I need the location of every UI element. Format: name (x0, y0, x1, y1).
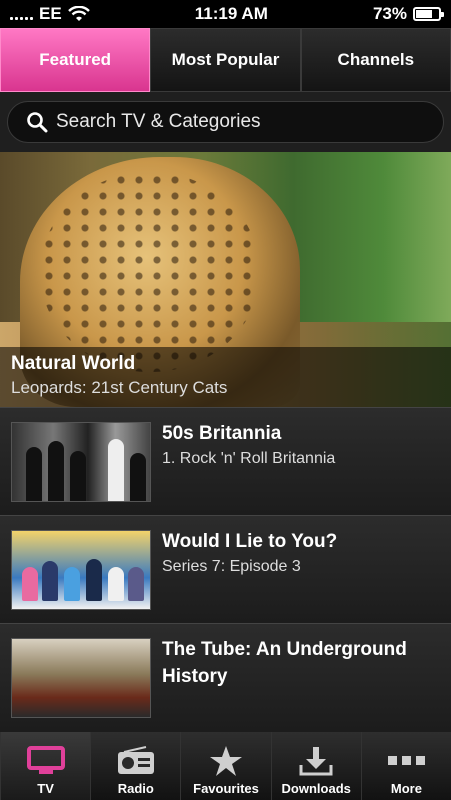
status-left: EE (10, 4, 90, 24)
status-bar: EE 11:19 AM 73% (0, 0, 451, 28)
search-placeholder: Search TV & Categories (56, 111, 261, 132)
programme-thumbnail (11, 638, 151, 718)
programme-list: 50s Britannia 1. Rock 'n' Roll Britannia… (0, 407, 451, 731)
programme-title: 50s Britannia (162, 423, 282, 444)
programme-subtitle: 1. Rock 'n' Roll Britannia (162, 450, 336, 467)
search-bar-container: Search TV & Categories (0, 92, 451, 152)
nav-more[interactable]: More (360, 732, 451, 800)
programme-subtitle: Series 7: Episode 3 (162, 558, 301, 575)
hero-title: Natural World (11, 353, 136, 374)
programme-thumbnail (11, 530, 151, 610)
nav-favourites[interactable]: Favourites (180, 732, 271, 800)
battery-percent: 73% (372, 4, 407, 23)
nav-tv[interactable]: TV (0, 732, 91, 800)
nav-radio-label: Radio (117, 781, 154, 796)
list-item[interactable]: 50s Britannia 1. Rock 'n' Roll Britannia (0, 407, 451, 515)
battery-fill (415, 10, 433, 18)
tab-most-popular[interactable]: Most Popular (150, 28, 301, 92)
list-item[interactable]: The Tube: An Underground History (0, 623, 451, 731)
tv-icon (26, 746, 65, 774)
tab-channels[interactable]: Channels (300, 28, 451, 92)
section-tabs: Featured Most Popular Channels (0, 28, 451, 92)
search-icon (27, 112, 48, 133)
programme-title: The Tube: An Underground History (162, 639, 407, 687)
star-icon (210, 746, 242, 776)
featured-hero[interactable]: Natural World Leopards: 21st Century Cat… (0, 152, 451, 407)
hero-image-spots (40, 172, 260, 372)
tab-featured[interactable]: Featured (0, 28, 151, 92)
hero-subtitle: Leopards: 21st Century Cats (11, 378, 228, 397)
wifi-icon (67, 6, 90, 21)
nav-radio[interactable]: Radio (90, 732, 181, 800)
nav-downloads-label: Downloads (281, 781, 351, 796)
programme-title: Would I Lie to You? (162, 531, 338, 552)
list-item[interactable]: Would I Lie to You? Series 7: Episode 3 (0, 515, 451, 623)
carrier-label: EE (39, 4, 62, 23)
search-input[interactable]: Search TV & Categories (7, 101, 444, 143)
signal-strength-icon (10, 8, 33, 20)
nav-tv-label: TV (37, 781, 54, 796)
battery-icon (412, 7, 444, 21)
status-right: 73% (372, 4, 444, 24)
nav-downloads[interactable]: Downloads (270, 732, 361, 800)
clock: 11:19 AM (194, 4, 268, 23)
programme-thumbnail (11, 422, 151, 502)
hero-caption: Natural World Leopards: 21st Century Cat… (0, 347, 451, 407)
nav-favourites-label: Favourites (193, 781, 259, 796)
nav-more-label: More (390, 781, 422, 796)
download-icon (299, 747, 333, 776)
bottom-tab-bar: TV Radio Favourites Downloads More (0, 732, 451, 800)
more-icon (388, 756, 426, 765)
radio-icon (117, 746, 154, 774)
